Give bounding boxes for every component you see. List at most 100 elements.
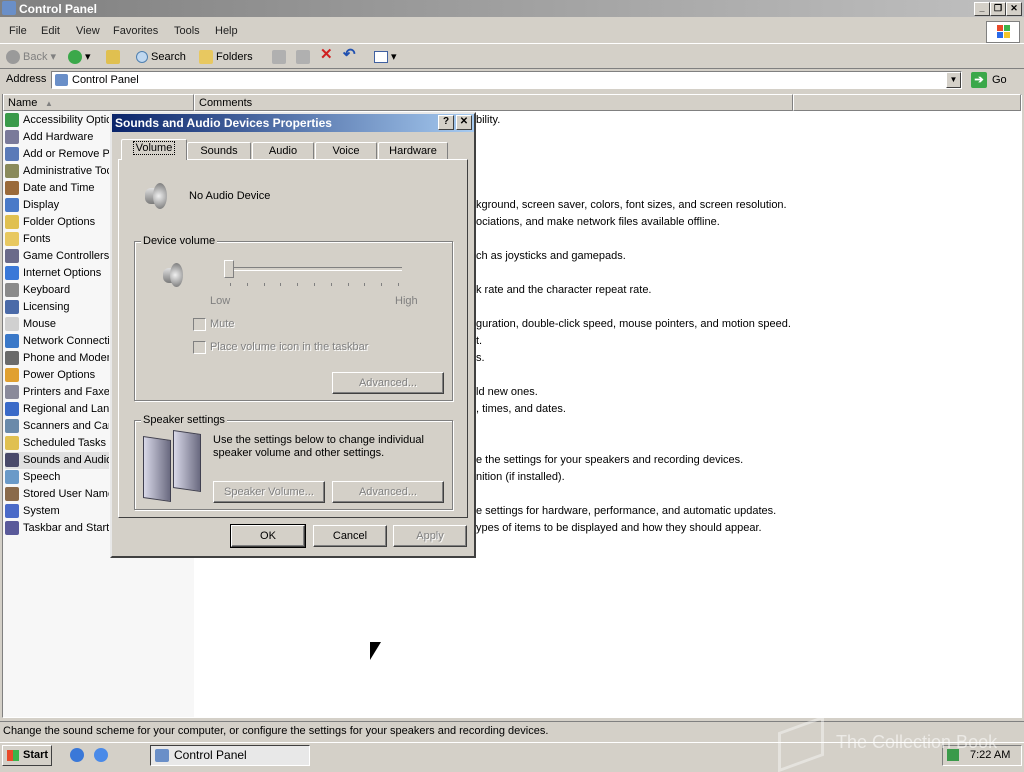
tab-voice[interactable]: Voice: [315, 142, 377, 159]
go-button[interactable]: ➔ Go: [969, 70, 1019, 90]
copy-to-button[interactable]: [296, 49, 313, 65]
ok-button[interactable]: OK: [230, 524, 306, 548]
list-item[interactable]: Internet Options: [5, 265, 109, 282]
menu-file[interactable]: File: [9, 25, 27, 37]
item-icon: [5, 368, 19, 383]
item-comment: nition (if installed).: [476, 471, 565, 483]
list-item[interactable]: Mouse: [5, 316, 109, 333]
mute-label: Mute: [210, 318, 235, 330]
tab-sounds[interactable]: Sounds: [187, 142, 251, 159]
list-item[interactable]: Stored User Name: [5, 486, 109, 503]
back-button[interactable]: Back ▾: [6, 49, 56, 65]
undo-button[interactable]: ↶: [343, 47, 356, 63]
item-icon: [5, 402, 19, 417]
ie-browser-quicklaunch-icon[interactable]: [94, 748, 108, 762]
list-item[interactable]: Date and Time: [5, 180, 109, 197]
column-header-comments[interactable]: Comments: [194, 94, 793, 111]
cancel-button[interactable]: Cancel: [313, 525, 387, 547]
close-button[interactable]: ✕: [1006, 2, 1022, 16]
column-header-name[interactable]: Name ▲: [3, 94, 194, 111]
move-to-button[interactable]: [272, 49, 289, 65]
start-button[interactable]: Start: [2, 745, 52, 766]
tab-audio[interactable]: Audio: [252, 142, 314, 159]
item-icon: [5, 113, 19, 128]
dialog-title-bar[interactable]: Sounds and Audio Devices Properties ? ✕: [112, 114, 474, 132]
list-item[interactable]: Folder Options: [5, 214, 109, 231]
views-button[interactable]: ▾: [374, 49, 397, 65]
menu-bar: File Edit View Favorites Tools Help: [0, 21, 1024, 44]
list-item[interactable]: Power Options: [5, 367, 109, 384]
item-comment: ociations, and make network files availa…: [476, 216, 720, 228]
address-dropdown-button[interactable]: ▼: [946, 72, 961, 88]
speaker-description: Use the settings below to change individ…: [213, 434, 424, 459]
speaker-settings-label: Speaker settings: [141, 414, 227, 426]
menu-edit[interactable]: Edit: [41, 25, 60, 37]
list-item[interactable]: Network Connectic: [5, 333, 109, 350]
delete-button[interactable]: ✕: [320, 47, 333, 63]
item-name: Scheduled Tasks: [23, 437, 106, 449]
ie-quicklaunch-icon[interactable]: [70, 748, 84, 762]
list-item[interactable]: Keyboard: [5, 282, 109, 299]
restore-button[interactable]: ❐: [990, 2, 1006, 16]
menu-help[interactable]: Help: [215, 25, 238, 37]
mute-checkbox[interactable]: [193, 318, 206, 331]
forward-button[interactable]: ▾: [68, 49, 91, 65]
list-item[interactable]: Printers and Faxes: [5, 384, 109, 401]
list-item[interactable]: Game Controllers: [5, 248, 109, 265]
speaker-volume-button[interactable]: Speaker Volume...: [213, 481, 325, 503]
item-name: Game Controllers: [23, 250, 109, 262]
search-button[interactable]: Search: [136, 49, 186, 65]
item-name: Add Hardware: [23, 131, 94, 143]
volume-low-label: Low: [210, 295, 231, 307]
place-icon-checkbox[interactable]: [193, 341, 206, 354]
menu-view[interactable]: View: [76, 25, 100, 37]
item-name: Printers and Faxes: [23, 386, 109, 398]
menu-tools[interactable]: Tools: [174, 25, 200, 37]
folders-button[interactable]: Folders: [199, 49, 253, 65]
apply-button[interactable]: Apply: [393, 525, 467, 547]
views-icon: [374, 51, 388, 64]
list-item[interactable]: Add or Remove Pr: [5, 146, 109, 163]
item-icon: [5, 147, 19, 162]
item-name: Scanners and Cam: [23, 420, 109, 432]
taskbar-control-panel-button[interactable]: Control Panel: [150, 745, 310, 766]
taskbar-task-label: Control Panel: [174, 748, 247, 762]
list-item[interactable]: Phone and Modem: [5, 350, 109, 367]
address-input[interactable]: Control Panel: [51, 71, 962, 89]
item-comment: t.: [476, 335, 483, 347]
list-item[interactable]: Scanners and Cam: [5, 418, 109, 435]
item-name: Taskbar and Start: [23, 522, 109, 534]
up-folder-button[interactable]: [106, 49, 123, 65]
list-item[interactable]: Sounds and Audio: [5, 452, 109, 469]
speaker-advanced-button[interactable]: Advanced...: [332, 481, 444, 503]
folders-label: Folders: [216, 51, 253, 63]
list-item[interactable]: Display: [5, 197, 109, 214]
menu-favorites[interactable]: Favorites: [113, 25, 158, 37]
item-comment: e settings for hardware, performance, an…: [476, 505, 777, 517]
list-item[interactable]: Regional and Lang: [5, 401, 109, 418]
item-icon: [5, 504, 19, 519]
list-item[interactable]: Accessibility Optio: [5, 112, 109, 129]
volume-tick: [381, 283, 383, 286]
list-item[interactable]: Taskbar and Start: [5, 520, 109, 537]
list-item[interactable]: Speech: [5, 469, 109, 486]
tab-volume[interactable]: Volume: [121, 139, 187, 160]
list-item[interactable]: Administrative Toc: [5, 163, 109, 180]
tab-hardware[interactable]: Hardware: [378, 142, 448, 159]
volume-advanced-button[interactable]: Advanced...: [332, 372, 444, 394]
list-item[interactable]: System: [5, 503, 109, 520]
list-item[interactable]: Fonts: [5, 231, 109, 248]
tab-sounds-label: Sounds: [200, 145, 238, 157]
dialog-close-button[interactable]: ✕: [456, 115, 472, 130]
volume-slider-thumb[interactable]: [224, 260, 234, 278]
minimize-button[interactable]: _: [974, 2, 990, 16]
item-comment: ld new ones.: [476, 386, 538, 398]
window-title-bar[interactable]: Control Panel _ ❐ ✕: [0, 0, 1024, 17]
help-button[interactable]: ?: [438, 115, 454, 130]
item-name: Phone and Modem: [23, 352, 109, 364]
list-item[interactable]: Licensing: [5, 299, 109, 316]
item-comment: , times, and dates.: [476, 403, 566, 415]
list-item[interactable]: Add Hardware: [5, 129, 109, 146]
list-item[interactable]: Scheduled Tasks: [5, 435, 109, 452]
item-name: Power Options: [23, 369, 96, 381]
